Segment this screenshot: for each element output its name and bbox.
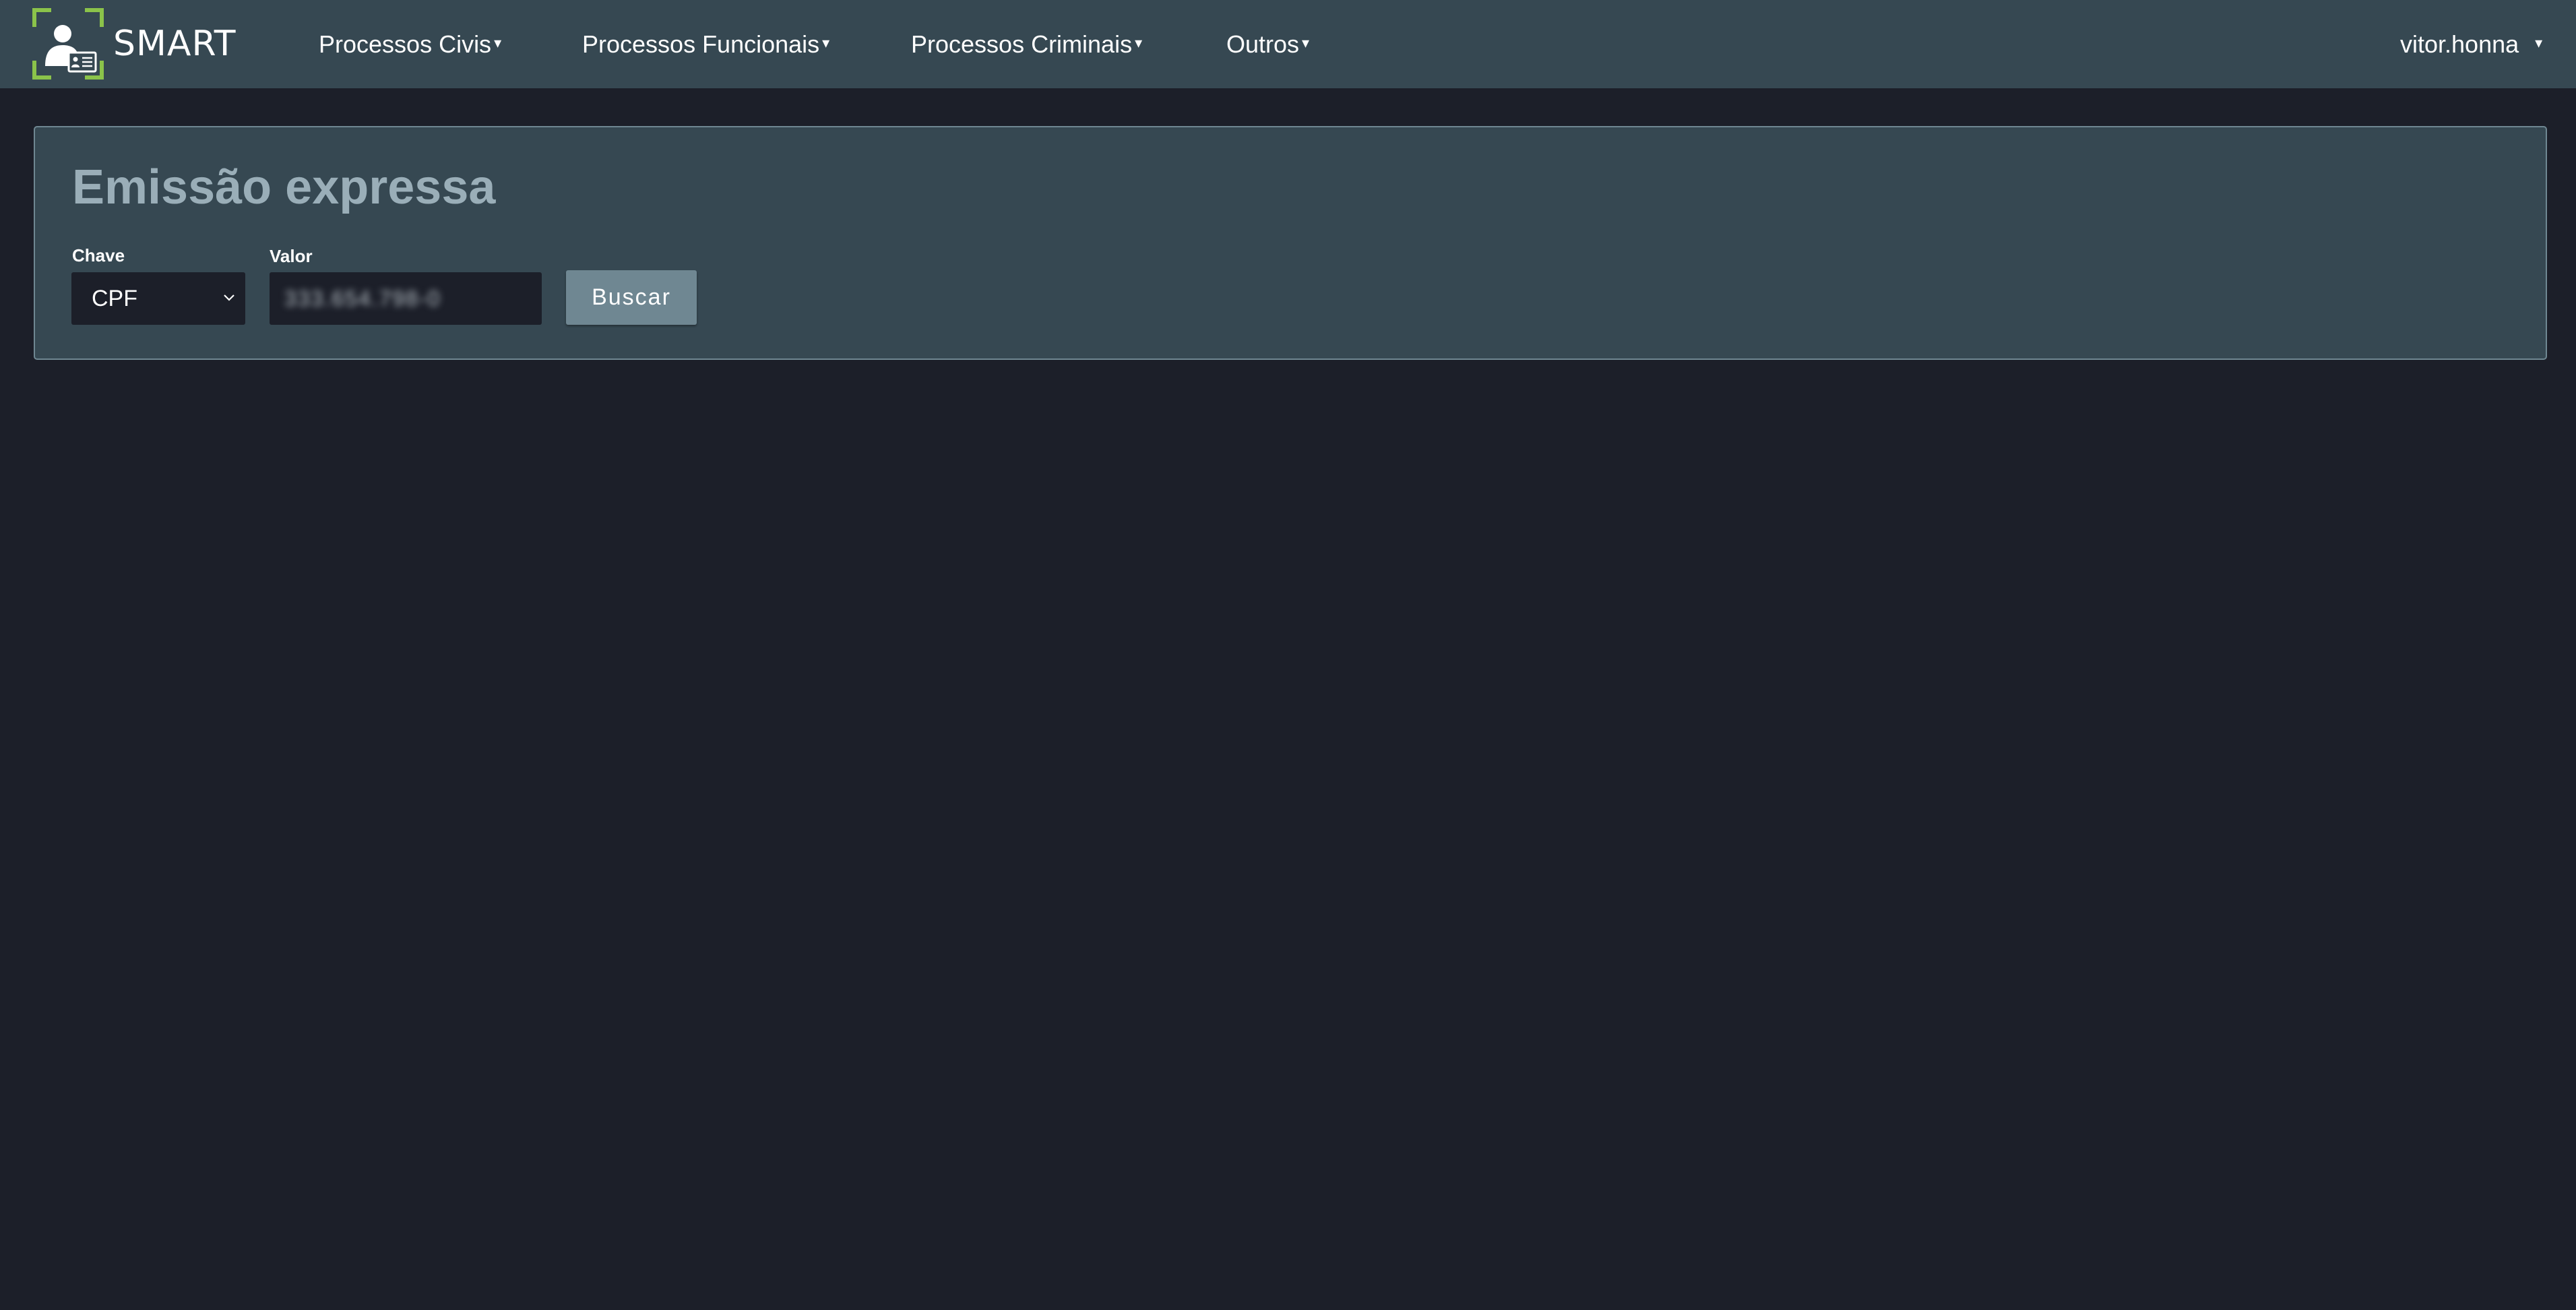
brand-name: SMART <box>113 24 237 64</box>
user-name: vitor.honna <box>2400 30 2519 58</box>
id-card-user-icon <box>32 8 104 80</box>
key-label: Chave <box>72 245 125 266</box>
nav-menu-label: Processos Criminais <box>911 30 1133 58</box>
nav-menu-processos-civis[interactable]: Processos Civis ▾ <box>319 0 501 88</box>
search-button[interactable]: Buscar <box>566 270 697 325</box>
express-issue-panel: Emissão expressa Chave CPF Valor 333.654… <box>34 126 2547 360</box>
brand-logo[interactable]: SMART <box>32 8 237 80</box>
caret-down-icon: ▾ <box>1135 34 1143 51</box>
nav-menu-label: Outros <box>1226 30 1300 58</box>
nav-menu-processos-criminais[interactable]: Processos Criminais ▾ <box>911 0 1142 88</box>
chevron-down-icon <box>224 294 234 301</box>
caret-down-icon: ▾ <box>2535 34 2543 51</box>
nav-menu-label: Processos Funcionais <box>582 30 820 58</box>
page-title: Emissão expressa <box>72 160 496 214</box>
key-select[interactable]: CPF <box>71 272 245 325</box>
top-navbar: SMART Processos Civis ▾ Processos Funcio… <box>0 0 2576 88</box>
user-menu[interactable]: vitor.honna ▾ <box>2400 0 2542 88</box>
value-input[interactable]: 333.654.798-0 <box>270 272 542 325</box>
value-input-text: 333.654.798-0 <box>284 286 441 311</box>
nav-menu-outros[interactable]: Outros ▾ <box>1226 0 1309 88</box>
caret-down-icon: ▾ <box>1302 34 1310 51</box>
nav-menu-label: Processos Civis <box>319 30 492 58</box>
value-label: Valor <box>270 246 313 266</box>
nav-menu-processos-funcionais[interactable]: Processos Funcionais ▾ <box>582 0 829 88</box>
caret-down-icon: ▾ <box>822 34 830 51</box>
key-select-value: CPF <box>92 285 137 311</box>
caret-down-icon: ▾ <box>494 34 502 51</box>
